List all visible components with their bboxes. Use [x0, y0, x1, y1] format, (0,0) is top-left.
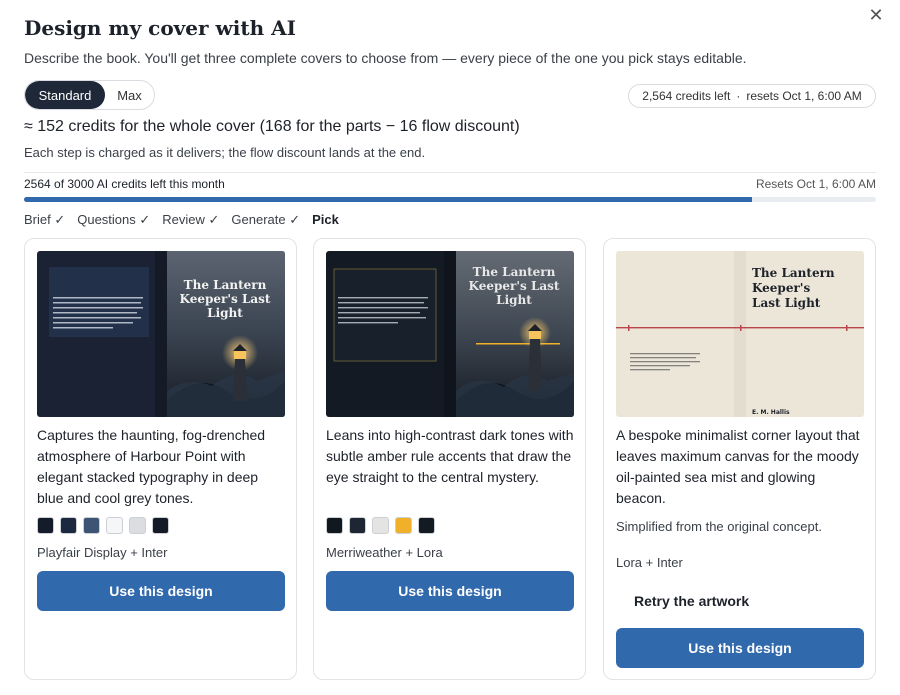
cover-3-title-line-3: Last Light — [752, 296, 821, 310]
cover-3-author-text: E. M. Hallis — [752, 409, 790, 416]
close-icon[interactable]: ✕ — [866, 6, 886, 26]
step-pick: Pick — [312, 212, 339, 227]
credits-separator: · — [736, 89, 741, 103]
cover-art-3: The Lantern Keeper's Last Light E. M. Hall… — [616, 251, 864, 417]
color-swatch — [349, 517, 366, 534]
font-pairing-1: Playfair Display + Inter — [37, 545, 168, 560]
cover-3-title-line-1: The Lantern — [752, 266, 835, 280]
cover-preview-3[interactable]: The Lantern Keeper's Last Light E. M. Hall… — [616, 251, 864, 417]
estimate-note: Each step is charged as it delivers; the… — [24, 145, 426, 160]
use-design-button-2[interactable]: Use this design — [326, 571, 574, 611]
color-swatch — [83, 517, 100, 534]
design-option-card-3: The Lantern Keeper's Last Light E. M. Hall… — [603, 238, 876, 680]
step-generate[interactable]: Generate ✓ — [231, 212, 300, 228]
divider — [24, 172, 876, 173]
design-option-card-1: The Lantern Keeper's Last Light Captures t… — [24, 238, 297, 680]
retry-artwork-button[interactable]: Retry the artwork — [616, 589, 864, 613]
cover-preview-1[interactable]: The Lantern Keeper's Last Light — [37, 251, 285, 417]
mode-standard-button[interactable]: Standard — [25, 81, 105, 109]
font-pairing-2: Merriweather + Lora — [326, 545, 443, 560]
simplified-note: Simplified from the original concept. — [616, 519, 822, 534]
color-palette-1 — [37, 517, 169, 534]
color-swatch — [395, 517, 412, 534]
cover-art-2: The Lantern Keeper's Last Light — [326, 251, 574, 417]
font-pairing-3: Lora + Inter — [616, 555, 683, 570]
color-swatch — [129, 517, 146, 534]
mode-max-button[interactable]: Max — [105, 81, 154, 109]
cover-title-line: The Lantern — [473, 265, 556, 279]
cover-title-line: Keeper's Last — [469, 279, 560, 293]
credit-estimate: ≈ 152 credits for the whole cover (168 f… — [24, 118, 520, 135]
use-design-button-3[interactable]: Use this design — [616, 628, 864, 668]
usage-text: 2564 of 3000 AI credits left this month — [24, 177, 225, 191]
usage-reset-text: Resets Oct 1, 6:00 AM — [755, 177, 876, 191]
usage-progress-fill — [24, 197, 753, 202]
step-brief[interactable]: Brief ✓ — [24, 212, 65, 228]
color-palette-2 — [326, 517, 435, 534]
color-swatch — [418, 517, 435, 534]
usage-progress-bar — [24, 197, 876, 202]
cover-3-title-line-2: Keeper's — [752, 281, 810, 295]
color-swatch — [372, 517, 389, 534]
mode-toggle: Standard Max — [24, 80, 155, 110]
credits-badge: 2,564 credits left · resets Oct 1, 6:00 … — [628, 84, 876, 108]
color-swatch — [37, 517, 54, 534]
cover-preview-2[interactable]: The Lantern Keeper's Last Light — [326, 251, 574, 417]
cover-title-line: Keeper's Last — [180, 292, 271, 306]
design-option-card-2: The Lantern Keeper's Last Light Leans into… — [313, 238, 586, 680]
design-description-1: Captures the haunting, fog-drenched atmo… — [37, 427, 266, 506]
cover-ai-dialog: Design my cover with AI ✕ Describe the b… — [0, 0, 900, 695]
cover-title-line: Light — [496, 293, 532, 307]
credits-left-text: 2,564 credits left — [642, 89, 731, 103]
color-swatch — [60, 517, 77, 534]
dialog-subtitle: Describe the book. You'll get three comp… — [24, 50, 747, 66]
design-description-2: Leans into high-contrast dark tones with… — [326, 427, 574, 485]
cover-title-line: Light — [207, 306, 243, 320]
step-questions[interactable]: Questions ✓ — [77, 212, 150, 228]
color-swatch — [106, 517, 123, 534]
color-swatch — [152, 517, 169, 534]
step-review[interactable]: Review ✓ — [162, 212, 219, 228]
color-swatch — [326, 517, 343, 534]
credits-reset-text: resets Oct 1, 6:00 AM — [746, 89, 862, 103]
cover-title-line: The Lantern — [184, 278, 267, 292]
step-breadcrumb: Brief ✓ Questions ✓ Review ✓ Generate ✓ … — [24, 212, 339, 228]
use-design-button-1[interactable]: Use this design — [37, 571, 285, 611]
design-description-3: A bespoke minimalist corner layout that … — [616, 427, 860, 506]
cover-art-1: The Lantern Keeper's Last Light — [37, 251, 285, 417]
dialog-title: Design my cover with AI — [24, 16, 296, 40]
